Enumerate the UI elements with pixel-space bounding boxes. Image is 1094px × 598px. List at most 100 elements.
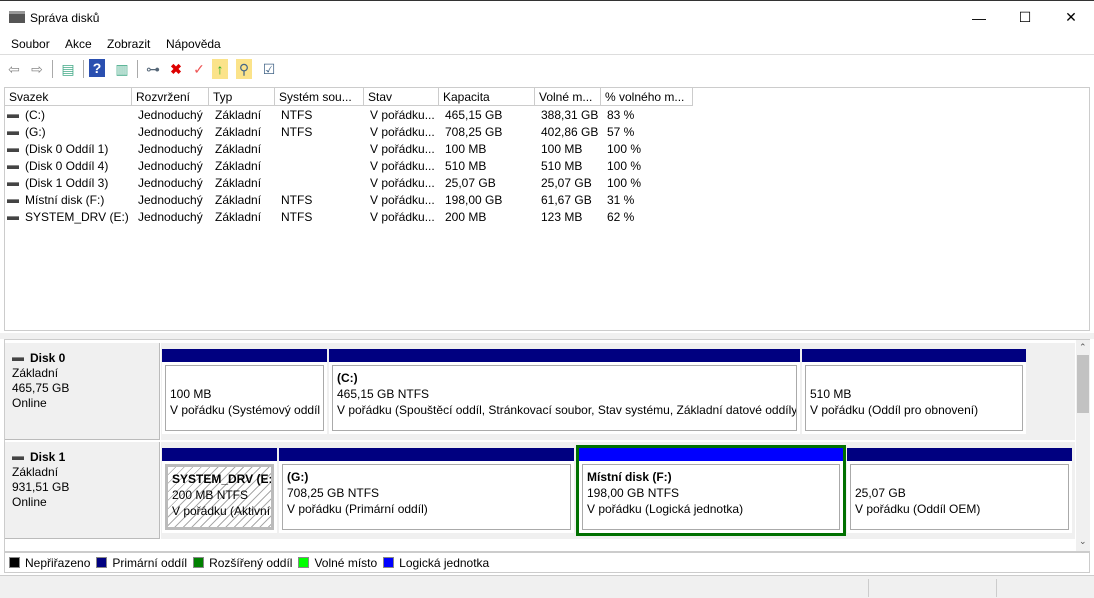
table-cell: 123 MB: [541, 210, 582, 224]
table-cell: V pořádku...: [370, 125, 435, 139]
cell-text: 100 MB: [541, 142, 583, 156]
partition[interactable]: 25,07 GB V pořádku (Oddíl OEM): [847, 448, 1072, 533]
table-row[interactable]: (Disk 0 Oddíl 4) Jednoduchý Základní V pořá…: [5, 158, 1089, 175]
table-cell: 100 %: [607, 159, 641, 173]
partition-size: 510 MB: [810, 387, 852, 401]
table-cell: 198,00 GB: [445, 193, 502, 207]
table-row[interactable]: (Disk 1 Oddíl 3) Jednoduchý Základní V pořá…: [5, 175, 1089, 192]
cell-text: Základní: [215, 142, 262, 156]
connect-icon[interactable]: ⊶: [143, 59, 163, 79]
table-cell: Základní: [215, 142, 261, 156]
cell-text: Jednoduchý: [138, 159, 203, 173]
column-header[interactable]: Typ: [209, 88, 275, 106]
menu-bar: Soubor Akce Zobrazit Nápověda: [0, 34, 1094, 55]
cell-text: 510 MB: [541, 159, 583, 173]
disk-label[interactable]: Disk 0 Základní 465,75 GB Online: [5, 343, 160, 440]
cell-text: V pořádku...: [370, 193, 435, 207]
partition-size: 100 MB: [170, 387, 212, 401]
disk-label[interactable]: Disk 1 Základní 931,51 GB Online: [5, 442, 160, 539]
minimize-button[interactable]: —: [956, 1, 1002, 34]
column-header[interactable]: Stav: [364, 88, 439, 106]
menu-akce[interactable]: Akce: [65, 37, 92, 51]
list-settings-icon[interactable]: ☑: [259, 59, 279, 79]
partition[interactable]: (G:) 708,25 GB NTFS V pořádku (Primární od…: [279, 448, 574, 533]
cell-text: Základní: [215, 210, 262, 224]
export-icon[interactable]: ↑: [212, 59, 228, 79]
volume-icon: [7, 164, 19, 169]
partition-status: V pořádku (Primární oddíl): [287, 502, 428, 516]
partition-size: 198,00 GB NTFS: [587, 486, 680, 500]
column-header[interactable]: % volného m...: [601, 88, 693, 106]
scroll-thumb[interactable]: [1077, 355, 1089, 413]
table-row[interactable]: (C:) Jednoduchý Základní NTFS V pořádku... 46…: [5, 107, 1089, 124]
partition[interactable]: Místní disk (F:) 198,00 GB NTFS V pořádku …: [576, 445, 846, 536]
menu-zobrazit[interactable]: Zobrazit: [107, 37, 150, 51]
table-row[interactable]: Místní disk (F:) Jednoduchý Základní NTFS V …: [5, 192, 1089, 209]
scroll-up-icon[interactable]: ⌃: [1079, 342, 1087, 353]
cell-text: NTFS: [281, 108, 313, 122]
maximize-button[interactable]: ☐: [1002, 1, 1048, 34]
legend-swatch: [96, 556, 108, 568]
cell-text: Základní: [215, 125, 262, 139]
delete-icon[interactable]: ✖: [166, 59, 186, 79]
scroll-down-icon[interactable]: ⌄: [1079, 536, 1087, 547]
properties-icon[interactable]: ✓: [189, 59, 209, 79]
column-header[interactable]: Volné m...: [535, 88, 601, 106]
table-cell: (C:): [7, 108, 45, 122]
partition-title: (C:): [337, 371, 358, 385]
table-cell: V pořádku...: [370, 193, 435, 207]
vertical-scrollbar[interactable]: ⌃ ⌄: [1076, 340, 1090, 551]
find-icon[interactable]: ⚲: [236, 59, 252, 79]
table-cell: V pořádku...: [370, 210, 435, 224]
partition-size: 25,07 GB: [855, 486, 906, 500]
legend-item: Rozšířený oddíl: [193, 556, 292, 570]
table-cell: V pořádku...: [370, 176, 435, 190]
table-cell: 465,15 GB: [445, 108, 502, 122]
partition[interactable]: 100 MB V pořádku (Systémový oddíl: [162, 349, 327, 434]
partition-type-bar: [279, 448, 574, 461]
menu-napoveda[interactable]: Nápověda: [166, 37, 221, 51]
table-row[interactable]: (G:) Jednoduchý Základní NTFS V pořádku... 70…: [5, 124, 1089, 141]
table-cell: 388,31 GB: [541, 108, 598, 122]
table-row[interactable]: (Disk 0 Oddíl 1) Jednoduchý Základní V pořá…: [5, 141, 1089, 158]
partition[interactable]: (C:) 465,15 GB NTFS V pořádku (Spouštěcí o…: [329, 349, 800, 434]
column-header[interactable]: Systém sou...: [275, 88, 364, 106]
menu-soubor[interactable]: Soubor: [11, 37, 50, 51]
partition-type-bar: [329, 349, 800, 362]
console-tree-icon[interactable]: ▤: [58, 59, 78, 79]
forward-icon[interactable]: ⇨: [27, 59, 47, 79]
title-bar: Správa disků — ☐ ✕: [0, 0, 1094, 34]
table-cell: Jednoduchý: [138, 142, 203, 156]
legend: Nepřiřazeno Primární oddíl Rozšířený oddíl…: [4, 552, 1090, 573]
column-header[interactable]: Svazek: [5, 88, 132, 106]
partition[interactable]: 510 MB V pořádku (Oddíl pro obnovení): [802, 349, 1026, 434]
column-header[interactable]: Rozvržení: [132, 88, 209, 106]
table-cell: NTFS: [281, 193, 312, 207]
status-bar: [0, 575, 1094, 598]
cell-text: 31 %: [607, 193, 635, 207]
partition-title: (G:): [287, 470, 309, 484]
cell-text: 123 MB: [541, 210, 583, 224]
partition-status: V pořádku (Aktivní,: [172, 504, 274, 518]
action-pane-icon[interactable]: ▥: [112, 59, 132, 79]
table-cell: (Disk 1 Oddíl 3): [7, 176, 108, 190]
disk-name: Disk 1: [30, 450, 66, 464]
table-cell: Základní: [215, 176, 261, 190]
help-icon[interactable]: ?: [89, 59, 105, 77]
table-cell: V pořádku...: [370, 142, 435, 156]
table-cell: NTFS: [281, 108, 312, 122]
table-row[interactable]: SYSTEM_DRV (E:) Jednoduchý Základní NTFS V p…: [5, 209, 1089, 226]
partition[interactable]: SYSTEM_DRV (E:) 200 MB NTFS V pořádku (Akt…: [162, 448, 277, 533]
cell-text: 25,07 GB: [445, 176, 496, 190]
table-cell: 100 MB: [541, 142, 582, 156]
cell-text: 200 MB: [445, 210, 487, 224]
toolbar-separator: [137, 60, 138, 78]
column-header[interactable]: Kapacita: [439, 88, 535, 106]
table-cell: 25,07 GB: [445, 176, 496, 190]
legend-swatch: [193, 556, 205, 568]
cell-text: Jednoduchý: [138, 125, 203, 139]
back-icon[interactable]: ⇦: [4, 59, 24, 79]
cell-text: 198,00 GB: [445, 193, 503, 207]
close-button[interactable]: ✕: [1048, 1, 1094, 34]
table-cell: Jednoduchý: [138, 176, 203, 190]
